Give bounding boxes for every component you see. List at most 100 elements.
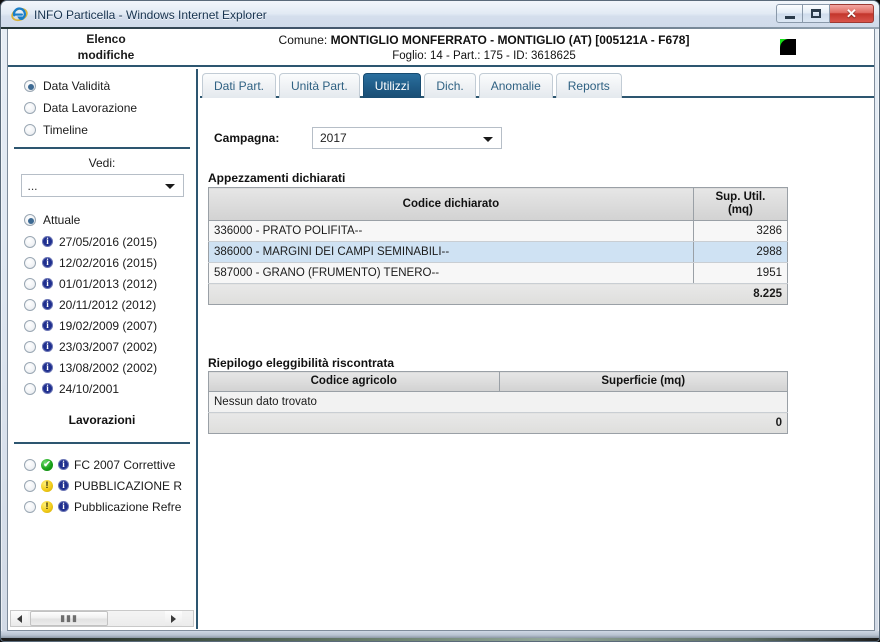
page-header-banner: Elenco modifiche Comune: MONTIGLIO MONFE… bbox=[8, 29, 874, 67]
info-icon[interactable]: i bbox=[42, 383, 53, 394]
date-label-5: 19/02/2009 (2007) bbox=[59, 318, 158, 333]
minimize-icon bbox=[784, 15, 795, 19]
info-icon[interactable]: i bbox=[42, 299, 53, 310]
radio-date-2[interactable] bbox=[24, 256, 36, 269]
info-icon[interactable]: i bbox=[42, 320, 53, 331]
campagna-select-value: 2017 bbox=[320, 131, 347, 145]
sidebar-item-timeline[interactable]: Timeline bbox=[8, 119, 196, 141]
radio-label-data-lavorazione: Data Lavorazione bbox=[43, 101, 138, 115]
scrollbar-thumb[interactable]: ▮▮▮ bbox=[30, 611, 108, 626]
date-item-2[interactable]: i 12/02/2016 (2015) bbox=[8, 252, 196, 273]
sidebar-item-data-lavorazione[interactable]: Data Lavorazione bbox=[8, 97, 196, 119]
date-item-7[interactable]: i 13/08/2002 (2002) bbox=[8, 357, 196, 378]
date-label-1: 27/05/2016 (2015) bbox=[59, 234, 158, 249]
particella-identity: Comune: MONTIGLIO MONFERRATO - MONTIGLIO… bbox=[204, 32, 764, 64]
internet-explorer-icon bbox=[11, 6, 28, 23]
lavorazioni-heading: Lavorazioni bbox=[68, 413, 136, 427]
date-label-2: 12/02/2016 (2015) bbox=[59, 255, 158, 270]
maximize-icon bbox=[811, 9, 821, 18]
table-row[interactable]: 336000 - PRATO POLIFITA-- 3286 bbox=[208, 220, 788, 242]
riepilogo-section-title: Riepilogo eleggibilità riscontrata bbox=[208, 356, 395, 370]
chevron-down-icon bbox=[483, 137, 493, 142]
info-icon[interactable]: i bbox=[58, 501, 69, 512]
vedi-label: Vedi: bbox=[88, 156, 116, 170]
sidebar-divider-lavorazioni bbox=[14, 442, 190, 444]
col-sup-util: Sup. Util. (mq) bbox=[692, 187, 788, 221]
info-icon[interactable]: i bbox=[42, 362, 53, 373]
date-item-1[interactable]: i 27/05/2016 (2015) bbox=[8, 231, 196, 252]
scroll-left-button[interactable] bbox=[11, 611, 28, 626]
radio-date-4[interactable] bbox=[24, 298, 36, 311]
tab-reports[interactable]: Reports bbox=[555, 73, 622, 98]
view-mode-group: Data Validità Data Lavorazione Timeline bbox=[8, 69, 196, 141]
scroll-right-button[interactable] bbox=[165, 611, 182, 626]
radio-lavorazione-1[interactable] bbox=[24, 479, 36, 492]
lavorazione-item-1[interactable]: ! i PUBBLICAZIONE R bbox=[8, 475, 196, 496]
maximize-button[interactable] bbox=[803, 4, 830, 23]
sidebar-divider-top bbox=[14, 147, 190, 149]
vedi-select[interactable]: ... bbox=[20, 174, 184, 197]
title-bar: INFO Particella - Windows Internet Explo… bbox=[1, 1, 879, 29]
tab-anomalie[interactable]: Anomalie bbox=[478, 73, 553, 98]
date-item-4[interactable]: i 20/11/2012 (2012) bbox=[8, 294, 196, 315]
radio-date-5[interactable] bbox=[24, 319, 36, 332]
info-icon[interactable]: i bbox=[58, 459, 69, 470]
tab-dich[interactable]: Dich. bbox=[424, 73, 476, 98]
tab-label-utilizzi: Utilizzi bbox=[374, 79, 410, 93]
tab-dati-part[interactable]: Dati Part. bbox=[202, 73, 277, 98]
radio-date-6[interactable] bbox=[24, 340, 36, 353]
app-logo bbox=[778, 37, 798, 57]
tab-bar: Dati Part. Unità Part. Utilizzi Dich. An… bbox=[200, 69, 874, 98]
date-item-attuale[interactable]: Attuale bbox=[8, 209, 196, 231]
radio-date-1[interactable] bbox=[24, 235, 36, 248]
sidebar-horizontal-scrollbar[interactable]: ▮▮▮ bbox=[10, 610, 194, 627]
table-total-row: 8.225 bbox=[208, 283, 788, 305]
tab-label-reports: Reports bbox=[567, 79, 610, 93]
sidebar-item-data-validita[interactable]: Data Validità bbox=[8, 75, 196, 97]
tab-label-anomalie: Anomalie bbox=[490, 79, 541, 93]
comune-value: MONTIGLIO MONFERRATO - MONTIGLIO (AT) [0… bbox=[330, 33, 690, 47]
table-row[interactable]: 587000 - GRANO (FRUMENTO) TENERO-- 1951 bbox=[208, 262, 788, 284]
sidebar-scroll-region: Data Validità Data Lavorazione Timeline … bbox=[8, 69, 196, 610]
info-icon[interactable]: i bbox=[42, 278, 53, 289]
appezzamenti-table: Codice dichiarato Sup. Util. (mq) 336000… bbox=[208, 187, 788, 305]
radio-timeline[interactable] bbox=[24, 124, 36, 136]
table-row[interactable]: 386000 - MARGINI DEI CAMPI SEMINABILI-- … bbox=[208, 241, 788, 263]
radio-date-attuale[interactable] bbox=[24, 214, 36, 226]
tab-label-dich: Dich. bbox=[436, 79, 464, 93]
grip-icon: ▮▮▮ bbox=[60, 613, 78, 623]
tab-unita-part[interactable]: Unità Part. bbox=[279, 73, 360, 98]
campagna-row: Campagna: 2017 bbox=[214, 127, 502, 149]
tab-utilizzi[interactable]: Utilizzi bbox=[362, 73, 422, 98]
foglio-line: Foglio: 14 - Part.: 175 - ID: 3618625 bbox=[392, 50, 576, 62]
col-superficie: Superficie (mq) bbox=[498, 371, 788, 392]
minimize-button[interactable] bbox=[776, 4, 803, 23]
radio-lavorazione-2[interactable] bbox=[24, 500, 36, 513]
check-circle-icon: ✔ bbox=[41, 458, 53, 471]
radio-date-7[interactable] bbox=[24, 361, 36, 374]
date-label-8: 24/10/2001 bbox=[59, 381, 120, 396]
date-version-list: Attuale i 27/05/2016 (2015) i 12/02/2016… bbox=[8, 209, 196, 399]
date-item-6[interactable]: i 23/03/2007 (2002) bbox=[8, 336, 196, 357]
date-item-8[interactable]: i 24/10/2001 bbox=[8, 378, 196, 399]
campagna-select[interactable]: 2017 bbox=[312, 127, 502, 149]
date-item-3[interactable]: i 01/01/2013 (2012) bbox=[8, 273, 196, 294]
radio-data-lavorazione[interactable] bbox=[24, 102, 36, 114]
lavorazione-item-2[interactable]: ! i Pubblicazione Refre bbox=[8, 496, 196, 517]
info-icon[interactable]: i bbox=[42, 341, 53, 352]
col-codice-agricolo: Codice agricolo bbox=[208, 371, 499, 392]
table-total-row: 0 bbox=[208, 412, 788, 434]
table-empty-row: Nessun dato trovato bbox=[208, 391, 788, 413]
info-icon[interactable]: i bbox=[58, 480, 69, 491]
info-icon[interactable]: i bbox=[42, 236, 53, 247]
radio-date-8[interactable] bbox=[24, 382, 36, 395]
close-button[interactable]: ✕ bbox=[830, 4, 874, 23]
date-item-5[interactable]: i 19/02/2009 (2007) bbox=[8, 315, 196, 336]
info-icon[interactable]: i bbox=[42, 257, 53, 268]
radio-date-3[interactable] bbox=[24, 277, 36, 290]
date-label-attuale: Attuale bbox=[43, 213, 81, 227]
radio-lavorazione-0[interactable] bbox=[24, 458, 36, 471]
radio-data-validita[interactable] bbox=[24, 80, 36, 92]
lavorazione-item-0[interactable]: ✔ i FC 2007 Correttive bbox=[8, 454, 196, 475]
warning-circle-icon: ! bbox=[41, 479, 53, 492]
